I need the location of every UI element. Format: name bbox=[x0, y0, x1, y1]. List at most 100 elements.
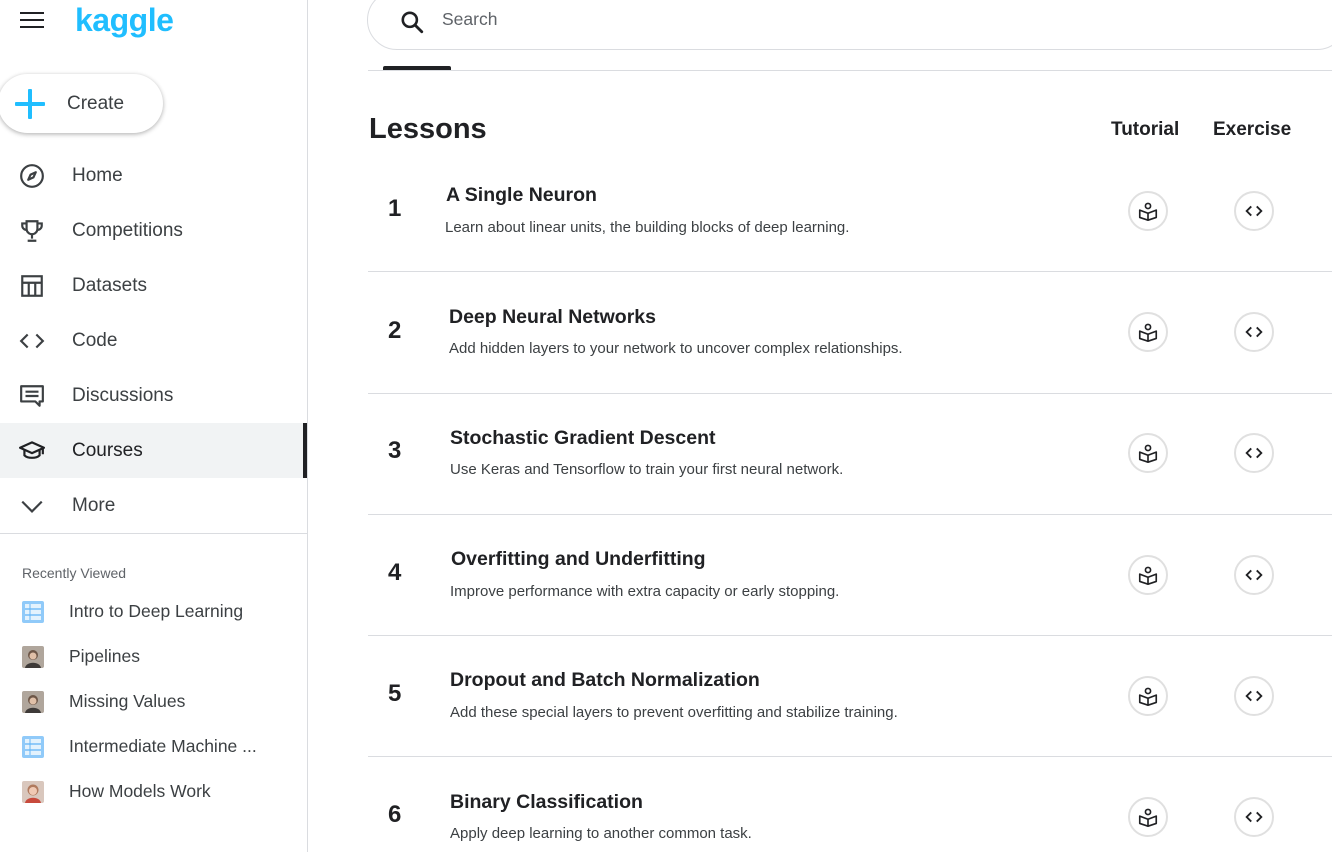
lesson-description: Use Keras and Tensorflow to train your f… bbox=[450, 461, 844, 478]
lesson-description: Improve performance with extra capacity … bbox=[450, 583, 840, 600]
code-icon bbox=[1245, 447, 1263, 459]
compass-icon bbox=[20, 164, 44, 188]
lesson-title-link[interactable]: Binary Classification bbox=[450, 791, 643, 814]
recent-item-label: Intro to Deep Learning bbox=[69, 601, 244, 621]
course-thumbnail-icon bbox=[22, 736, 44, 758]
lesson-description: Learn about linear units, the building b… bbox=[445, 219, 850, 236]
lesson-title-link[interactable]: Deep Neural Networks bbox=[449, 306, 656, 329]
sidebar-item-label: More bbox=[72, 494, 116, 516]
lesson-number: 5 bbox=[388, 680, 402, 707]
lesson-row: 4 Overfitting and Underfitting Improve p… bbox=[368, 514, 1332, 636]
sidebar-item-code[interactable]: Code bbox=[0, 313, 307, 368]
tutorial-book-icon bbox=[1138, 687, 1158, 706]
recently-viewed-heading: Recently Viewed bbox=[22, 565, 127, 581]
create-label: Create bbox=[67, 92, 125, 114]
lesson-row: 3 Stochastic Gradient Descent Use Keras … bbox=[368, 393, 1332, 515]
lessons-heading: Lessons bbox=[369, 113, 487, 145]
tutorial-book-icon bbox=[1138, 444, 1158, 463]
lesson-title-link[interactable]: A Single Neuron bbox=[446, 184, 597, 207]
plus-icon bbox=[15, 88, 45, 119]
sidebar-item-courses[interactable]: Courses bbox=[0, 423, 307, 478]
sidebar-item-label: Code bbox=[72, 329, 118, 351]
hamburger-menu-icon[interactable] bbox=[20, 10, 44, 30]
lesson-description: Add these special layers to prevent over… bbox=[450, 704, 898, 721]
tutorial-button[interactable] bbox=[1128, 312, 1168, 352]
create-button[interactable]: Create bbox=[0, 74, 163, 133]
kaggle-logo[interactable]: kaggle bbox=[75, 2, 174, 39]
code-icon bbox=[1245, 326, 1263, 338]
chevron-down-icon bbox=[21, 500, 43, 513]
table-icon bbox=[21, 275, 43, 297]
recent-item[interactable]: Missing Values bbox=[0, 683, 307, 723]
sidebar-item-label: Home bbox=[72, 164, 123, 186]
lesson-row: 1 A Single Neuron Learn about linear uni… bbox=[368, 150, 1332, 272]
lesson-title-link[interactable]: Stochastic Gradient Descent bbox=[450, 427, 716, 450]
recent-item-label: Intermediate Machine ... bbox=[69, 736, 257, 756]
lesson-description: Apply deep learning to another common ta… bbox=[450, 825, 752, 842]
exercise-button[interactable] bbox=[1234, 797, 1274, 837]
code-icon bbox=[1245, 569, 1263, 581]
tutorial-book-icon bbox=[1138, 202, 1158, 221]
lesson-number: 3 bbox=[388, 437, 402, 464]
exercise-button[interactable] bbox=[1234, 312, 1274, 352]
trophy-icon bbox=[21, 220, 43, 242]
tutorial-button[interactable] bbox=[1128, 797, 1168, 837]
code-icon bbox=[1245, 205, 1263, 217]
code-icon bbox=[19, 333, 45, 349]
search-input[interactable] bbox=[442, 9, 942, 30]
lesson-title-link[interactable]: Overfitting and Underfitting bbox=[451, 548, 706, 571]
code-icon bbox=[1245, 690, 1263, 702]
search-icon bbox=[401, 11, 424, 34]
active-tab-indicator bbox=[383, 66, 451, 70]
tutorial-book-icon bbox=[1138, 323, 1158, 342]
tab-bar-divider bbox=[368, 70, 1332, 71]
recent-item[interactable]: How Models Work bbox=[0, 773, 307, 813]
lesson-row: 5 Dropout and Batch Normalization Add th… bbox=[368, 635, 1332, 757]
sidebar-item-label: Datasets bbox=[72, 274, 147, 296]
sidebar-item-home[interactable]: Home bbox=[0, 148, 307, 203]
tutorial-button[interactable] bbox=[1128, 676, 1168, 716]
tutorial-book-icon bbox=[1138, 808, 1158, 827]
avatar-thumbnail-icon bbox=[22, 691, 44, 713]
exercise-button[interactable] bbox=[1234, 676, 1274, 716]
recent-item-label: Pipelines bbox=[69, 646, 141, 666]
sidebar: kaggle Create Home Competitions Datasets bbox=[0, 0, 308, 852]
recent-item-label: Missing Values bbox=[69, 691, 186, 711]
tutorial-column-header: Tutorial bbox=[1111, 119, 1180, 140]
sidebar-item-label: Courses bbox=[72, 439, 143, 461]
avatar-thumbnail-icon bbox=[22, 781, 44, 803]
tutorial-button[interactable] bbox=[1128, 555, 1168, 595]
sidebar-item-datasets[interactable]: Datasets bbox=[0, 258, 307, 313]
exercise-button[interactable] bbox=[1234, 191, 1274, 231]
comment-icon bbox=[20, 385, 44, 407]
tutorial-button[interactable] bbox=[1128, 433, 1168, 473]
lesson-row: 6 Binary Classification Apply deep learn… bbox=[368, 756, 1332, 852]
search-bar[interactable] bbox=[367, 0, 1332, 50]
school-icon bbox=[19, 441, 45, 459]
sidebar-item-more[interactable]: More bbox=[0, 478, 307, 533]
lesson-number: 6 bbox=[388, 801, 402, 828]
exercise-column-header: Exercise bbox=[1213, 119, 1292, 140]
code-icon bbox=[1245, 811, 1263, 823]
sidebar-item-label: Competitions bbox=[72, 219, 183, 241]
lesson-row: 2 Deep Neural Networks Add hidden layers… bbox=[368, 272, 1332, 394]
lesson-number: 4 bbox=[388, 559, 402, 586]
lesson-number: 2 bbox=[388, 317, 402, 344]
lesson-description: Add hidden layers to your network to unc… bbox=[449, 340, 903, 357]
exercise-button[interactable] bbox=[1234, 555, 1274, 595]
recent-item[interactable]: Intro to Deep Learning bbox=[0, 593, 307, 633]
recent-item-label: How Models Work bbox=[69, 781, 211, 801]
exercise-button[interactable] bbox=[1234, 433, 1274, 473]
avatar-thumbnail-icon bbox=[22, 646, 44, 668]
sidebar-item-discussions[interactable]: Discussions bbox=[0, 368, 307, 423]
sidebar-item-competitions[interactable]: Competitions bbox=[0, 203, 307, 258]
sidebar-item-label: Discussions bbox=[72, 384, 174, 406]
sidebar-divider bbox=[0, 533, 307, 534]
tutorial-button[interactable] bbox=[1128, 191, 1168, 231]
tutorial-book-icon bbox=[1138, 566, 1158, 585]
course-thumbnail-icon bbox=[22, 601, 44, 623]
recent-item[interactable]: Intermediate Machine ... bbox=[0, 728, 307, 768]
lesson-number: 1 bbox=[388, 195, 402, 222]
lesson-title-link[interactable]: Dropout and Batch Normalization bbox=[450, 669, 760, 692]
recent-item[interactable]: Pipelines bbox=[0, 638, 307, 678]
